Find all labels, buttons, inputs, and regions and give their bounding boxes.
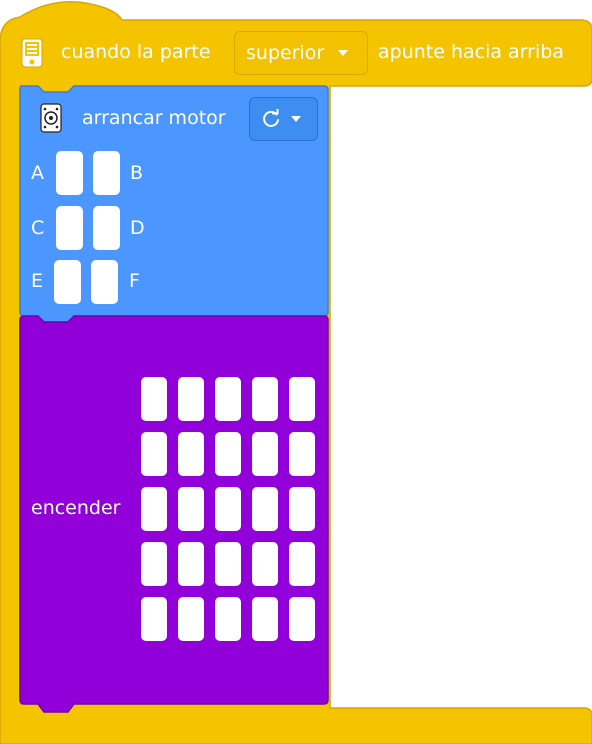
port-label-f: F — [129, 270, 140, 292]
motor-label: arrancar motor — [82, 107, 226, 129]
port-toggle-f[interactable] — [91, 260, 118, 304]
motor-icon — [40, 103, 62, 133]
port-toggle-b[interactable] — [93, 151, 120, 195]
port-label-d: D — [130, 217, 145, 239]
light-pixel[interactable] — [215, 432, 241, 476]
hub-icon — [21, 38, 43, 68]
port-label-a: A — [31, 162, 44, 184]
chevron-down-icon — [338, 50, 349, 56]
light-pixel[interactable] — [215, 597, 241, 641]
light-pixel[interactable] — [252, 487, 278, 531]
chevron-down-icon — [291, 116, 301, 122]
rotate-clockwise-icon — [263, 109, 279, 127]
direction-dropdown[interactable] — [249, 97, 318, 141]
light-pixel[interactable] — [215, 487, 241, 531]
light-pixel[interactable] — [252, 542, 278, 586]
light-pixel[interactable] — [141, 597, 167, 641]
light-pixel[interactable] — [289, 432, 315, 476]
port-label-b: B — [130, 162, 144, 184]
light-pixel[interactable] — [289, 487, 315, 531]
port-toggle-e[interactable] — [54, 260, 81, 304]
face-dropdown[interactable]: superior — [234, 31, 368, 75]
port-label-e: E — [31, 270, 44, 292]
port-label-c: C — [31, 217, 45, 239]
light-pixel[interactable] — [252, 377, 278, 421]
light-pixel[interactable] — [252, 432, 278, 476]
light-pixel[interactable] — [215, 377, 241, 421]
port-toggle-d[interactable] — [93, 206, 120, 250]
hat-prefix-text: cuando la parte — [61, 41, 211, 63]
light-pixel[interactable] — [141, 487, 167, 531]
light-pixel[interactable] — [178, 432, 204, 476]
light-pixel[interactable] — [215, 542, 241, 586]
light-pixel[interactable] — [141, 432, 167, 476]
light-pixel[interactable] — [252, 597, 278, 641]
light-pixel[interactable] — [289, 597, 315, 641]
hat-suffix-text: apunte hacia arriba — [378, 41, 564, 63]
face-dropdown-value: superior — [246, 42, 325, 64]
code-canvas: cuando la parte superior apunte hacia ar… — [0, 0, 592, 744]
light-pixel[interactable] — [141, 377, 167, 421]
port-toggle-c[interactable] — [56, 206, 83, 250]
light-label: encender — [31, 497, 121, 519]
port-toggle-a[interactable] — [56, 151, 83, 195]
light-pixel[interactable] — [289, 542, 315, 586]
light-pixel[interactable] — [178, 377, 204, 421]
light-pixel[interactable] — [178, 597, 204, 641]
light-pixel[interactable] — [178, 487, 204, 531]
light-pixel[interactable] — [289, 377, 315, 421]
light-pixel[interactable] — [178, 542, 204, 586]
light-pixel[interactable] — [141, 542, 167, 586]
